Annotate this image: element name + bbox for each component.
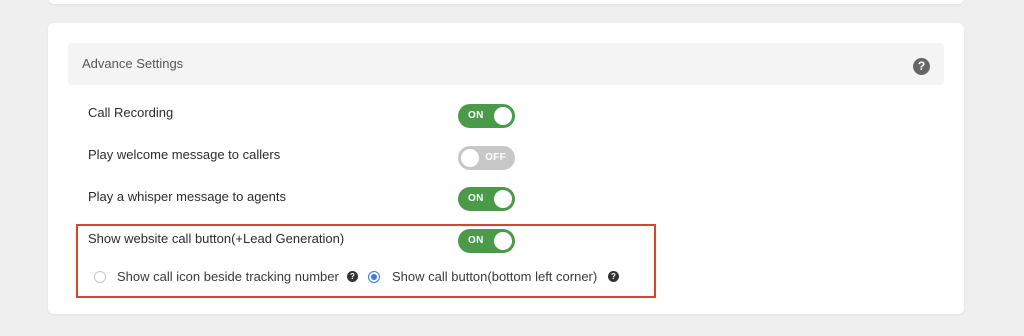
toggle-knob [494, 232, 512, 250]
toggle-state: ON [468, 193, 484, 204]
whisper-message-label: Play a whisper message to agents [88, 189, 286, 204]
welcome-message-label: Play welcome message to callers [88, 147, 281, 162]
call-button-help-icon[interactable]: ? [608, 271, 619, 282]
card-header: Advance Settings ? [68, 43, 944, 85]
previous-card [48, 0, 964, 4]
section-title: Advance Settings [82, 56, 184, 71]
call-icon-option-label: Show call icon beside tracking number [117, 269, 339, 284]
whisper-message-toggle[interactable]: ON [458, 187, 515, 211]
toggle-knob [494, 190, 512, 208]
toggle-knob [461, 149, 479, 167]
call-icon-radio[interactable] [94, 271, 106, 283]
welcome-message-toggle[interactable]: OFF [458, 146, 515, 170]
call-recording-toggle[interactable]: ON [458, 104, 515, 128]
website-call-button-toggle[interactable]: ON [458, 229, 515, 253]
toggle-state: ON [468, 235, 484, 246]
call-button-option-label: Show call button(bottom left corner) [392, 269, 598, 284]
call-button-radio[interactable] [368, 271, 380, 283]
help-icon[interactable]: ? [913, 58, 930, 75]
website-call-button-label: Show website call button(+Lead Generatio… [88, 231, 345, 246]
call-recording-label: Call Recording [88, 105, 174, 120]
call-icon-help-icon[interactable]: ? [347, 271, 358, 282]
advance-settings-card: Advance Settings ? Call Recording ON Pla… [48, 23, 964, 314]
toggle-state: OFF [485, 152, 506, 163]
toggle-state: ON [468, 110, 484, 121]
toggle-knob [494, 107, 512, 125]
